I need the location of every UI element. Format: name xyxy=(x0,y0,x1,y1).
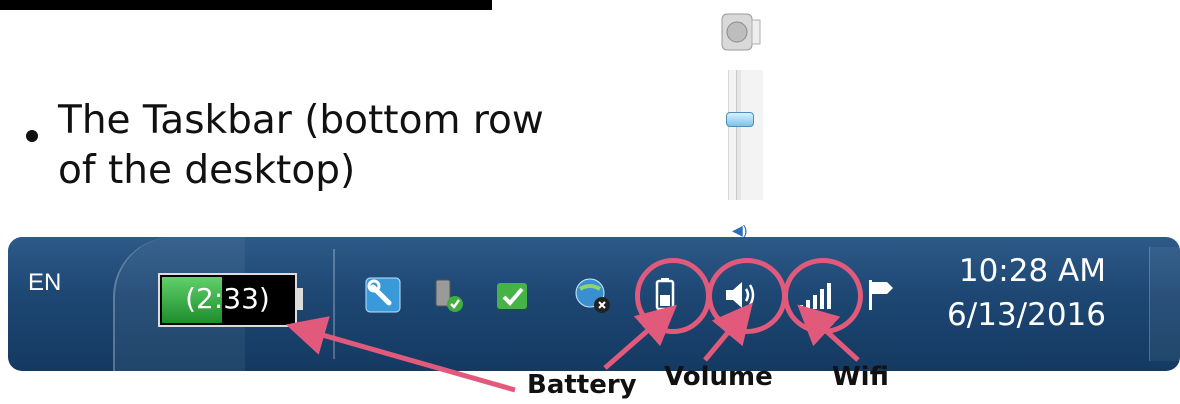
taskbar: EN (2:33) 10:28 AM 6/13/2016 xyxy=(8,237,1180,371)
show-desktop-button[interactable] xyxy=(1149,247,1180,361)
bullet-point: The Taskbar (bottom row of the desktop) xyxy=(26,96,558,196)
network-disconnected-icon[interactable] xyxy=(573,275,613,315)
system-clock[interactable]: 10:28 AM 6/13/2016 xyxy=(947,249,1106,337)
clock-date: 6/13/2016 xyxy=(947,297,1106,333)
battery-annotation: Battery xyxy=(527,370,637,400)
wrench-icon[interactable] xyxy=(363,275,403,315)
battery-meter[interactable]: (2:33) xyxy=(158,273,303,327)
volume-highlight xyxy=(707,258,787,334)
tray-separator xyxy=(333,249,335,359)
action-center-flag-icon[interactable] xyxy=(863,275,903,315)
battery-tip xyxy=(297,288,303,310)
battery-highlight xyxy=(635,258,711,334)
media-check-icon[interactable] xyxy=(492,275,532,315)
usb-safe-remove-icon[interactable] xyxy=(428,275,468,315)
volume-annotation: Volume xyxy=(664,362,773,392)
bullet-text: The Taskbar (bottom row of the desktop) xyxy=(58,98,544,193)
clock-time: 10:28 AM xyxy=(958,253,1106,289)
slide-header-bar xyxy=(0,0,492,10)
bullet-dot xyxy=(26,130,38,142)
volume-slider-track[interactable] xyxy=(728,70,763,200)
language-indicator[interactable]: EN xyxy=(28,269,61,297)
battery-time: (2:33) xyxy=(185,282,270,315)
volume-slider-thumb[interactable] xyxy=(726,112,754,127)
speaker-device-icon[interactable] xyxy=(720,12,762,52)
wifi-highlight xyxy=(783,258,863,334)
wifi-annotation: Wifi xyxy=(832,362,889,392)
